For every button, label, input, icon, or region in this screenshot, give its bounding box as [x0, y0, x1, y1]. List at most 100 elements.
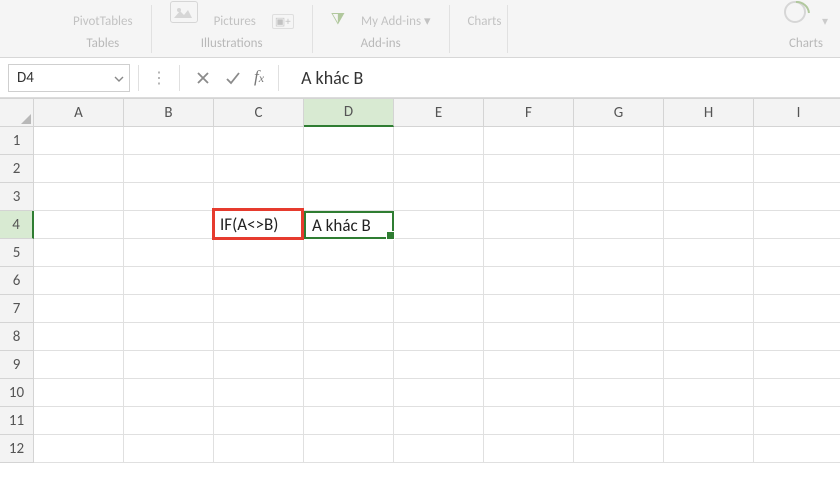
ribbon-item-pivottables[interactable]: PivotTables [73, 14, 133, 29]
cell-B10[interactable] [124, 379, 214, 407]
cell-A2[interactable] [34, 155, 124, 183]
cell-F3[interactable] [484, 183, 574, 211]
pie-chart-icon[interactable] [784, 1, 806, 23]
cell-C6[interactable] [214, 267, 304, 295]
cell-I11[interactable] [754, 407, 840, 435]
cell-C4[interactable]: IF(A<>B) [214, 211, 304, 239]
row-header-5[interactable]: 5 [0, 239, 34, 267]
cell-D9[interactable] [304, 351, 394, 379]
cell-A12[interactable] [34, 435, 124, 463]
cell-H11[interactable] [664, 407, 754, 435]
column-header-I[interactable]: I [754, 99, 840, 127]
cell-B8[interactable] [124, 323, 214, 351]
cell-I6[interactable] [754, 267, 840, 295]
cell-B6[interactable] [124, 267, 214, 295]
enter-button[interactable] [218, 64, 248, 92]
cell-G7[interactable] [574, 295, 664, 323]
cell-G5[interactable] [574, 239, 664, 267]
cell-C7[interactable] [214, 295, 304, 323]
cell-C8[interactable] [214, 323, 304, 351]
cell-D8[interactable] [304, 323, 394, 351]
cell-H10[interactable] [664, 379, 754, 407]
cell-A11[interactable] [34, 407, 124, 435]
cell-B3[interactable] [124, 183, 214, 211]
cell-G10[interactable] [574, 379, 664, 407]
cell-F8[interactable] [484, 323, 574, 351]
cell-H4[interactable] [664, 211, 754, 239]
cell-B12[interactable] [124, 435, 214, 463]
cell-F11[interactable] [484, 407, 574, 435]
cell-E5[interactable] [394, 239, 484, 267]
cell-A5[interactable] [34, 239, 124, 267]
cell-F4[interactable] [484, 211, 574, 239]
cell-D2[interactable] [304, 155, 394, 183]
cell-D1[interactable] [304, 127, 394, 155]
pictures-icon[interactable] [170, 1, 198, 23]
cell-D3[interactable] [304, 183, 394, 211]
cell-C3[interactable] [214, 183, 304, 211]
cell-H12[interactable] [664, 435, 754, 463]
cell-G2[interactable] [574, 155, 664, 183]
cell-I4[interactable] [754, 211, 840, 239]
chart-dropdown-icon[interactable]: ▾ [822, 14, 828, 29]
cell-D12[interactable] [304, 435, 394, 463]
cell-E9[interactable] [394, 351, 484, 379]
cell-A1[interactable] [34, 127, 124, 155]
column-header-D[interactable]: D [304, 99, 394, 127]
cell-H9[interactable] [664, 351, 754, 379]
cell-G6[interactable] [574, 267, 664, 295]
cell-H7[interactable] [664, 295, 754, 323]
cell-G11[interactable] [574, 407, 664, 435]
cell-E3[interactable] [394, 183, 484, 211]
cell-G9[interactable] [574, 351, 664, 379]
cell-G12[interactable] [574, 435, 664, 463]
cell-C10[interactable] [214, 379, 304, 407]
row-header-1[interactable]: 1 [0, 127, 34, 155]
column-header-A[interactable]: A [34, 99, 124, 127]
cell-C5[interactable] [214, 239, 304, 267]
column-header-F[interactable]: F [484, 99, 574, 127]
cell-I3[interactable] [754, 183, 840, 211]
cell-C1[interactable] [214, 127, 304, 155]
row-header-8[interactable]: 8 [0, 323, 34, 351]
cell-I1[interactable] [754, 127, 840, 155]
cell-E2[interactable] [394, 155, 484, 183]
cell-B5[interactable] [124, 239, 214, 267]
cell-A8[interactable] [34, 323, 124, 351]
cell-C2[interactable] [214, 155, 304, 183]
cell-I2[interactable] [754, 155, 840, 183]
ribbon-item-pictures[interactable]: Pictures [214, 14, 256, 29]
cell-I9[interactable] [754, 351, 840, 379]
ribbon-item-charts-text[interactable]: Charts [468, 14, 502, 29]
chevron-down-icon[interactable] [113, 72, 125, 84]
cell-A9[interactable] [34, 351, 124, 379]
row-header-7[interactable]: 7 [0, 295, 34, 323]
cell-F7[interactable] [484, 295, 574, 323]
cell-I7[interactable] [754, 295, 840, 323]
cell-E11[interactable] [394, 407, 484, 435]
cell-F12[interactable] [484, 435, 574, 463]
cell-G8[interactable] [574, 323, 664, 351]
cell-B4[interactable] [124, 211, 214, 239]
cell-E4[interactable] [394, 211, 484, 239]
cell-I5[interactable] [754, 239, 840, 267]
cell-E7[interactable] [394, 295, 484, 323]
formula-input[interactable]: A khác B [287, 64, 840, 92]
column-header-H[interactable]: H [664, 99, 754, 127]
cell-C11[interactable] [214, 407, 304, 435]
cell-H5[interactable] [664, 239, 754, 267]
cell-I12[interactable] [754, 435, 840, 463]
row-header-11[interactable]: 11 [0, 407, 34, 435]
addins-icon[interactable]: ⧩ [331, 10, 345, 29]
spreadsheet-grid[interactable]: ABCDEFGHI1234IF(A<>B)A khác B56789101112 [0, 98, 840, 463]
cancel-button[interactable] [188, 64, 218, 92]
cell-A4[interactable] [34, 211, 124, 239]
cell-D11[interactable] [304, 407, 394, 435]
cell-E12[interactable] [394, 435, 484, 463]
cell-D7[interactable] [304, 295, 394, 323]
cell-H1[interactable] [664, 127, 754, 155]
cell-F9[interactable] [484, 351, 574, 379]
cell-H2[interactable] [664, 155, 754, 183]
cell-E6[interactable] [394, 267, 484, 295]
cell-A7[interactable] [34, 295, 124, 323]
